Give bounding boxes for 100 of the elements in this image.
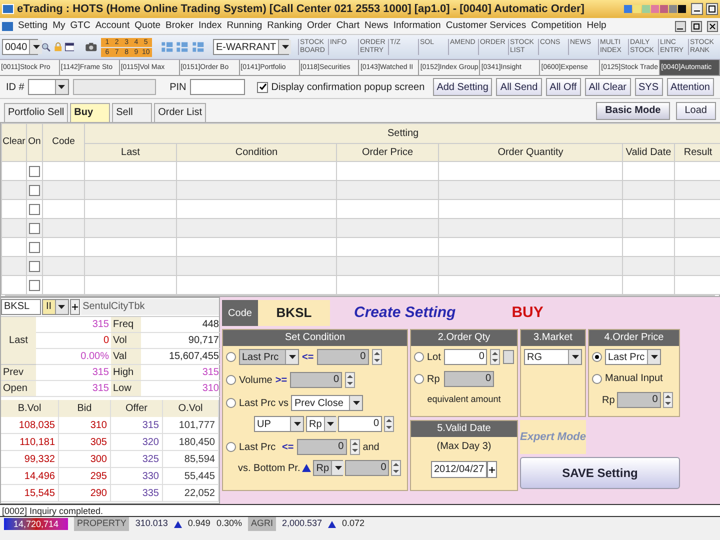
menu-item[interactable]: Running [226,18,262,34]
menu-item[interactable]: Account [95,18,130,34]
radio-button[interactable] [226,398,236,408]
checkbox[interactable] [29,242,40,252]
maximize-icon[interactable] [706,3,718,15]
menu-item[interactable]: News [364,18,388,34]
mode-tab[interactable]: Buy [70,103,110,122]
menu-item[interactable]: Competition [531,18,582,34]
menu-item[interactable]: Ranking [267,18,302,34]
camera-icon[interactable] [85,40,98,54]
order-book-cell: 55,445 [163,468,219,485]
menu-item[interactable]: Order [307,18,332,34]
order-book-cell: 22,052 [163,485,219,502]
condition-label: Last Prc [239,440,277,454]
save-button[interactable]: SAVE Setting [520,457,680,489]
minimize-icon[interactable] [675,20,686,32]
toolbar-button[interactable]: All Clear [584,78,630,96]
number-field[interactable]: 0 [338,416,382,432]
checkbox[interactable] [29,166,40,176]
toolbar-button[interactable]: Attention [666,78,714,96]
menu-item[interactable]: Quote [134,18,161,34]
spinner-icon[interactable] [345,372,356,388]
scrollbar[interactable] [5,295,715,296]
order-book-cell: 300 [59,451,111,468]
order-book-cell: 101,777 [163,417,219,434]
column-header: Clear [2,124,26,162]
market-volume: 14,720,714 [4,518,68,530]
menu-item[interactable]: Chart [336,18,360,34]
toolbar-button[interactable]: Add Setting [432,78,492,96]
spinner-icon[interactable] [490,349,500,365]
number-field[interactable]: 0 [316,349,369,365]
field-select[interactable]: Last Prc [239,349,299,365]
radio-button[interactable] [592,352,602,362]
account-select[interactable] [28,79,69,95]
radio-button[interactable] [414,352,424,362]
checkbox[interactable] [257,82,268,92]
radio-button[interactable] [592,374,602,384]
mode-tab[interactable]: Sell [112,103,152,122]
toolbar-button[interactable]: All Off [546,78,581,96]
app-icon [2,4,14,14]
checkbox[interactable] [29,204,40,214]
radio-button[interactable] [414,374,424,384]
mode-tab[interactable]: Order List [154,103,206,122]
load-button[interactable]: Load [676,102,716,120]
reference-select[interactable]: Prev Close [291,395,364,411]
order-book-cell: 290 [59,485,111,502]
pin-field[interactable] [190,79,246,95]
menu-item[interactable]: Help [586,18,606,34]
close-icon[interactable] [707,20,718,32]
market-select[interactable]: RG [524,349,582,365]
menu-item[interactable]: Setting [18,18,48,34]
direction-select[interactable]: UP [254,416,304,432]
checkbox[interactable] [29,260,40,272]
checkbox[interactable] [29,280,40,290]
spinner-icon[interactable] [391,460,402,476]
number-field[interactable]: 0 [290,372,342,388]
menu-item[interactable]: Information [393,18,441,34]
field-label: PIN [170,80,186,94]
order-book-cell: 99,332 [1,451,59,468]
mode-button[interactable]: Basic Mode [596,102,670,120]
menu-item[interactable]: Customer Services [446,18,526,34]
spinner-icon[interactable] [372,349,382,365]
menu-item[interactable]: Broker [166,18,194,34]
number-field[interactable]: 0 [296,439,347,455]
unit-select[interactable]: Rp [306,416,336,432]
number-field[interactable]: 0 [444,371,494,387]
board-select[interactable]: II [42,299,69,315]
menu-item[interactable]: My [52,18,66,34]
market-select[interactable]: E-WARRANT [212,39,289,55]
number-field[interactable]: 0 [345,460,390,476]
checkbox[interactable] [29,184,40,196]
restore-icon[interactable] [691,20,702,32]
menu-item[interactable]: GTC [70,18,90,34]
theme-swatches-icon[interactable] [624,4,688,14]
radio-button[interactable] [226,442,236,452]
checkbox[interactable] [29,222,40,234]
calendar-icon[interactable] [487,461,498,478]
spinner-icon[interactable] [350,439,360,455]
radio-button[interactable] [226,375,236,385]
number-field[interactable]: 0 [616,392,661,408]
mode-tab[interactable]: Portfolio Sell [4,103,68,122]
add-icon[interactable] [70,299,80,315]
window-icon[interactable] [64,41,74,53]
spinner-icon[interactable] [662,392,673,408]
column-header: Code [42,124,84,162]
number-field[interactable]: 0 [444,349,488,365]
radio-button[interactable] [226,352,236,362]
code-field[interactable]: BKSL [1,299,41,315]
option-label: Manual Input [605,372,663,386]
price-select[interactable]: Last Prc [605,349,661,365]
minimize-icon[interactable] [691,3,703,15]
spinner-icon[interactable] [384,416,394,432]
unit-select[interactable]: Rp [313,460,344,476]
group-header: 4.Order Price [589,330,679,346]
toolbar-button[interactable]: SYS [634,78,663,96]
order-book-cell: 330 [111,468,163,485]
date-field[interactable]: 2012/04/27 [430,461,488,478]
menu-item[interactable]: Index [198,18,222,34]
toolbar-button[interactable]: All Send [496,78,542,96]
checkbox-label: Display confirmation popup screen [271,80,425,94]
